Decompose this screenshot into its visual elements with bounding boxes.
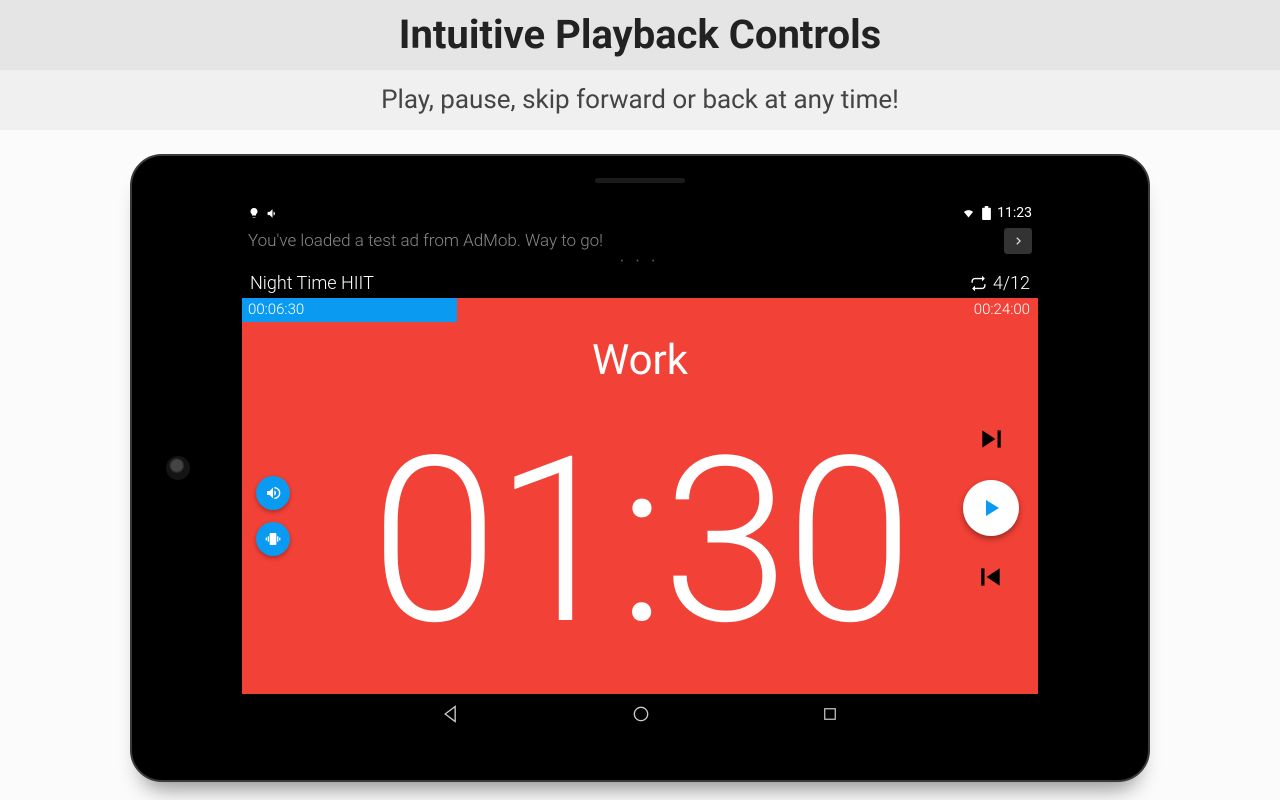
workout-title-bar: Night Time HIIT 4/12 xyxy=(242,268,1038,298)
stage: 11:23 You've loaded a test ad from AdMob… xyxy=(0,130,1280,800)
elapsed-time: 00:06:30 xyxy=(248,300,304,318)
lightbulb-icon xyxy=(248,207,260,219)
tablet-frame: 11:23 You've loaded a test ad from AdMob… xyxy=(130,154,1150,782)
repeat-icon xyxy=(970,275,987,292)
countdown: 01:30 xyxy=(242,392,1038,694)
android-nav-bar xyxy=(242,694,1038,734)
back-button[interactable] xyxy=(441,704,461,724)
skip-forward-button[interactable] xyxy=(978,426,1004,452)
progress-bar[interactable]: 00:06:30 00:24:00 xyxy=(242,298,1038,322)
rounds-counter: 4/12 xyxy=(993,273,1030,294)
phase-label: Work xyxy=(242,336,1038,385)
home-icon xyxy=(631,704,651,724)
chevron-right-icon xyxy=(1013,234,1023,248)
ad-banner: You've loaded a test ad from AdMob. Way … xyxy=(242,224,1038,258)
vibrate-toggle[interactable] xyxy=(256,522,290,556)
back-icon xyxy=(441,704,461,724)
clock-label: 11:23 xyxy=(997,205,1032,221)
wifi-icon xyxy=(961,207,976,219)
android-screen: 11:23 You've loaded a test ad from AdMob… xyxy=(242,202,1038,734)
status-bar: 11:23 xyxy=(242,202,1038,224)
total-time: 00:24:00 xyxy=(974,300,1030,318)
timer-panel: Work 01:30 xyxy=(242,322,1038,694)
front-camera xyxy=(166,456,190,480)
vibrate-icon xyxy=(265,531,281,547)
volume-icon xyxy=(266,207,279,220)
recents-icon xyxy=(821,705,839,723)
sound-icon xyxy=(265,485,281,501)
playback-controls xyxy=(956,322,1026,694)
play-icon xyxy=(979,496,1003,520)
recents-button[interactable] xyxy=(821,705,839,723)
pager-dots: • • • xyxy=(242,258,1038,268)
sound-toggle[interactable] xyxy=(256,476,290,510)
skip-back-button[interactable] xyxy=(978,564,1004,590)
marketing-headline: Intuitive Playback Controls xyxy=(0,0,1280,70)
battery-icon xyxy=(982,206,991,220)
ad-forward-button[interactable] xyxy=(1004,228,1032,254)
skip-previous-icon xyxy=(978,564,1004,590)
ad-text: You've loaded a test ad from AdMob. Way … xyxy=(248,231,996,251)
play-button[interactable] xyxy=(963,480,1019,536)
workout-title: Night Time HIIT xyxy=(250,273,374,294)
home-button[interactable] xyxy=(631,704,651,724)
skip-next-icon xyxy=(978,426,1004,452)
marketing-subhead: Play, pause, skip forward or back at any… xyxy=(0,70,1280,130)
